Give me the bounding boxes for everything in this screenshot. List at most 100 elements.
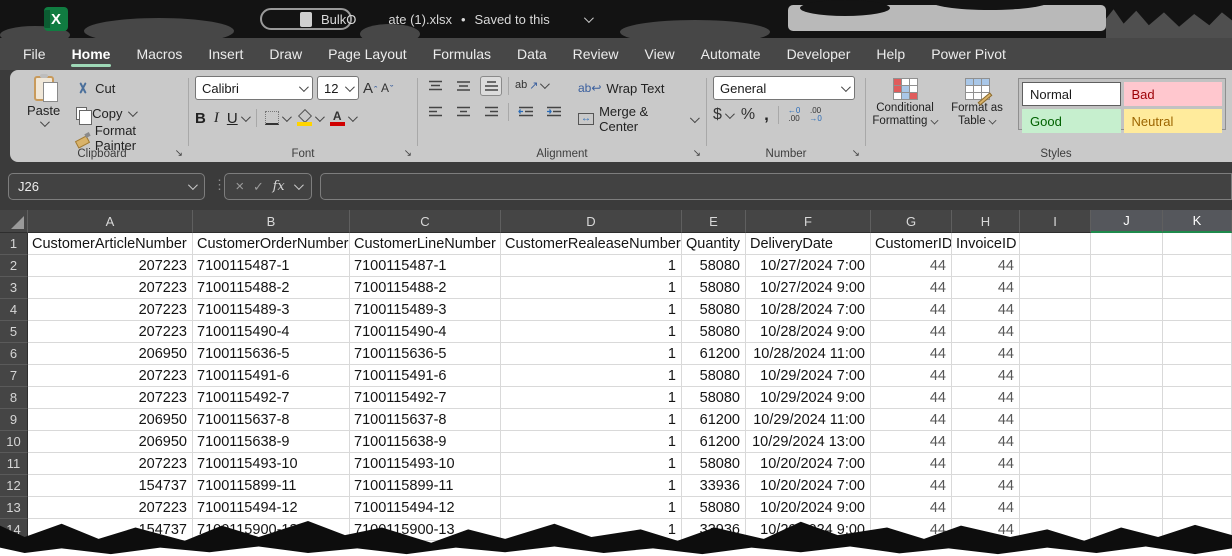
cell-C13[interactable]: 7100115494-12: [350, 497, 501, 519]
cell-H9[interactable]: 44: [952, 409, 1020, 431]
cell-A12[interactable]: 154737: [28, 475, 193, 497]
cell-B10[interactable]: 7100115638-9: [193, 431, 350, 453]
increase-decimal-button[interactable]: ←0 .00: [788, 107, 800, 123]
cell-I2[interactable]: [1020, 255, 1091, 277]
cut-button[interactable]: Cut: [73, 76, 182, 100]
cancel-icon[interactable]: ×: [235, 178, 244, 195]
cell-A8[interactable]: 207223: [28, 387, 193, 409]
cell-C8[interactable]: 7100115492-7: [350, 387, 501, 409]
cell-F7[interactable]: 10/29/2024 7:00: [746, 365, 871, 387]
cell-E8[interactable]: 58080: [682, 387, 746, 409]
cell-K11[interactable]: [1163, 453, 1232, 475]
cell-G1[interactable]: CustomerID: [871, 233, 952, 255]
cell-J13[interactable]: [1091, 497, 1163, 519]
cell-H5[interactable]: 44: [952, 321, 1020, 343]
cell-B5[interactable]: 7100115490-4: [193, 321, 350, 343]
cell-E4[interactable]: 58080: [682, 299, 746, 321]
cell-A7[interactable]: 207223: [28, 365, 193, 387]
cell-J2[interactable]: [1091, 255, 1163, 277]
row-header-4[interactable]: 4: [0, 299, 28, 321]
cell-C3[interactable]: 7100115488-2: [350, 277, 501, 299]
tab-automate[interactable]: Automate: [688, 38, 774, 70]
cell-K5[interactable]: [1163, 321, 1232, 343]
cell-A4[interactable]: 207223: [28, 299, 193, 321]
tab-home[interactable]: Home: [59, 38, 124, 70]
column-header-H[interactable]: H: [952, 210, 1020, 233]
cell-F5[interactable]: 10/28/2024 9:00: [746, 321, 871, 343]
row-header-7[interactable]: 7: [0, 365, 28, 387]
cell-I1[interactable]: [1020, 233, 1091, 255]
row-header-8[interactable]: 8: [0, 387, 28, 409]
style-normal[interactable]: Normal: [1022, 82, 1121, 106]
tab-help[interactable]: Help: [863, 38, 918, 70]
cell-D7[interactable]: 1: [501, 365, 682, 387]
cell-B9[interactable]: 7100115637-8: [193, 409, 350, 431]
cell-J7[interactable]: [1091, 365, 1163, 387]
percent-button[interactable]: %: [741, 106, 755, 124]
row-header-2[interactable]: 2: [0, 255, 28, 277]
cell-I12[interactable]: [1020, 475, 1091, 497]
name-box[interactable]: J26: [8, 173, 205, 200]
cell-K12[interactable]: [1163, 475, 1232, 497]
cell-H3[interactable]: 44: [952, 277, 1020, 299]
cell-G13[interactable]: 44: [871, 497, 952, 519]
column-header-G[interactable]: G: [871, 210, 952, 233]
cell-C7[interactable]: 7100115491-6: [350, 365, 501, 387]
cell-A11[interactable]: 207223: [28, 453, 193, 475]
column-header-I[interactable]: I: [1020, 210, 1091, 233]
cell-K10[interactable]: [1163, 431, 1232, 453]
cell-H7[interactable]: 44: [952, 365, 1020, 387]
tab-insert[interactable]: Insert: [195, 38, 256, 70]
cell-J4[interactable]: [1091, 299, 1163, 321]
cell-J3[interactable]: [1091, 277, 1163, 299]
cell-I13[interactable]: [1020, 497, 1091, 519]
cell-H6[interactable]: 44: [952, 343, 1020, 365]
cell-C9[interactable]: 7100115637-8: [350, 409, 501, 431]
cell-H10[interactable]: 44: [952, 431, 1020, 453]
cell-B12[interactable]: 7100115899-11: [193, 475, 350, 497]
cell-B3[interactable]: 7100115488-2: [193, 277, 350, 299]
currency-button[interactable]: $: [713, 106, 732, 124]
cell-J8[interactable]: [1091, 387, 1163, 409]
underline-button[interactable]: U: [227, 110, 248, 127]
row-header-11[interactable]: 11: [0, 453, 28, 475]
cell-I4[interactable]: [1020, 299, 1091, 321]
cell-J11[interactable]: [1091, 453, 1163, 475]
cell-A3[interactable]: 207223: [28, 277, 193, 299]
align-top-button[interactable]: [424, 76, 446, 96]
cell-I10[interactable]: [1020, 431, 1091, 453]
cell-E11[interactable]: 58080: [682, 453, 746, 475]
cell-H13[interactable]: 44: [952, 497, 1020, 519]
fx-chevron-icon[interactable]: [294, 180, 304, 190]
column-header-E[interactable]: E: [682, 210, 746, 233]
cell-E5[interactable]: 58080: [682, 321, 746, 343]
excel-app-icon[interactable]: X: [44, 7, 68, 31]
cell-H4[interactable]: 44: [952, 299, 1020, 321]
cell-D13[interactable]: 1: [501, 497, 682, 519]
row-header-10[interactable]: 10: [0, 431, 28, 453]
cell-F3[interactable]: 10/27/2024 9:00: [746, 277, 871, 299]
cell-B6[interactable]: 7100115636-5: [193, 343, 350, 365]
decrease-decimal-button[interactable]: .00 →0: [809, 107, 821, 123]
cell-J6[interactable]: [1091, 343, 1163, 365]
increase-indent-button[interactable]: [543, 102, 565, 122]
number-dialog-launcher[interactable]: ↘: [852, 149, 860, 159]
style-bad[interactable]: Bad: [1124, 82, 1223, 106]
number-format-select[interactable]: General: [713, 76, 855, 100]
tab-file[interactable]: File: [10, 38, 59, 70]
cell-B13[interactable]: 7100115494-12: [193, 497, 350, 519]
cell-G6[interactable]: 44: [871, 343, 952, 365]
cell-B7[interactable]: 7100115491-6: [193, 365, 350, 387]
cell-F13[interactable]: 10/20/2024 9:00: [746, 497, 871, 519]
cell-D12[interactable]: 1: [501, 475, 682, 497]
cell-E1[interactable]: Quantity: [682, 233, 746, 255]
cell-G3[interactable]: 44: [871, 277, 952, 299]
row-header-5[interactable]: 5: [0, 321, 28, 343]
conditional-formatting-button[interactable]: Conditional Formatting: [872, 76, 938, 146]
cell-H11[interactable]: 44: [952, 453, 1020, 475]
select-all-corner[interactable]: [0, 210, 28, 233]
cell-C12[interactable]: 7100115899-11: [350, 475, 501, 497]
cell-K7[interactable]: [1163, 365, 1232, 387]
cell-K2[interactable]: [1163, 255, 1232, 277]
cell-C11[interactable]: 7100115493-10: [350, 453, 501, 475]
